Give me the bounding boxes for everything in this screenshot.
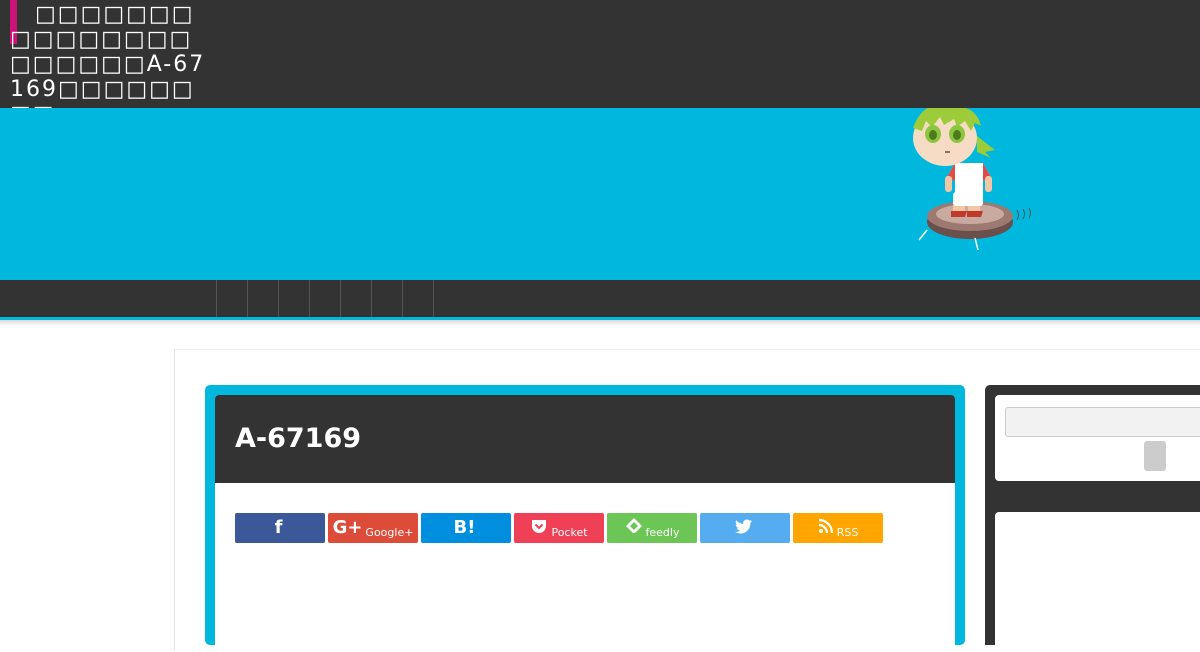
pocket-share-label: Pocket xyxy=(551,525,588,539)
nav-items xyxy=(216,280,434,317)
sidebar xyxy=(985,385,1200,652)
hatena-share-button[interactable]: B! xyxy=(421,513,511,543)
post-title: A-67169 xyxy=(235,423,362,454)
rss-share-button[interactable]: RSS xyxy=(793,513,883,543)
pocket-icon xyxy=(530,518,548,538)
rss-share-label: RSS xyxy=(836,525,859,539)
pocket-share-button[interactable]: Pocket xyxy=(514,513,604,543)
post-header: A-67169 xyxy=(215,395,955,483)
feedly-icon xyxy=(625,517,643,539)
feedly-share-label: feedly xyxy=(645,525,680,539)
search-widget xyxy=(995,395,1200,481)
nav-shadow xyxy=(0,320,1200,326)
nav-item-6[interactable] xyxy=(371,280,402,317)
nav-item-4[interactable] xyxy=(309,280,340,317)
feedly-share-button[interactable]: feedly xyxy=(607,513,697,543)
share-buttons: f G+ Google+ B! Pocket feedly RSS xyxy=(235,513,883,543)
nav-item-3[interactable] xyxy=(278,280,309,317)
sidebar-widget xyxy=(995,512,1200,652)
nav-item-7[interactable] xyxy=(402,280,434,317)
twitter-share-button[interactable] xyxy=(700,513,790,543)
google-plus-icon: G+ xyxy=(332,517,363,538)
nav-item-5[interactable] xyxy=(340,280,371,317)
global-nav xyxy=(0,280,1200,320)
nav-item-2[interactable] xyxy=(247,280,278,317)
facebook-share-button[interactable]: f xyxy=(235,513,325,543)
googleplus-share-button[interactable]: G+ Google+ xyxy=(328,513,418,543)
search-input[interactable] xyxy=(1005,407,1200,437)
site-header: □□□□□□□□□□□□□□□□□□□□□A-67169□□□□□□□□ xyxy=(0,0,1200,127)
header-banner xyxy=(0,108,1200,280)
googleplus-share-label: Google+ xyxy=(365,525,414,539)
search-button[interactable] xyxy=(1144,441,1166,471)
twitter-icon xyxy=(734,519,753,538)
facebook-icon: f xyxy=(274,517,283,538)
rss-icon xyxy=(818,518,834,538)
nav-item-1[interactable] xyxy=(216,280,247,317)
hatena-bookmark-icon: B! xyxy=(453,517,476,538)
mascot-illustration xyxy=(913,108,1031,251)
